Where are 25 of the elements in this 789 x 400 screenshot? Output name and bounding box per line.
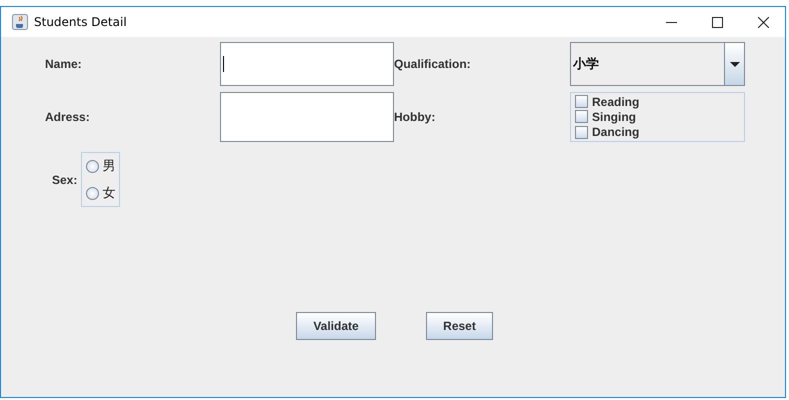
radio-button[interactable] bbox=[86, 186, 100, 200]
caret-icon bbox=[730, 62, 740, 66]
window-title: Students Detail bbox=[34, 15, 127, 29]
input-field[interactable] bbox=[220, 42, 394, 86]
form-button[interactable]: Validate bbox=[296, 312, 376, 340]
field-label: Name: bbox=[45, 57, 83, 71]
radio-label[interactable]: 男 bbox=[102, 157, 116, 175]
field-label: Qualification: bbox=[394, 57, 472, 71]
radio-button[interactable] bbox=[86, 160, 100, 172]
field-label: Sex: bbox=[52, 172, 78, 186]
coffee-cup-icon bbox=[12, 14, 28, 30]
checkbox-label[interactable]: Dancing bbox=[592, 125, 640, 140]
checkbox[interactable] bbox=[575, 95, 588, 108]
checkbox-label[interactable]: Reading bbox=[592, 94, 640, 109]
maximize-icon[interactable] bbox=[712, 16, 723, 28]
field-label: Hobby: bbox=[394, 110, 436, 124]
checkbox-label[interactable]: Singing bbox=[592, 110, 636, 124]
input-field[interactable] bbox=[220, 92, 394, 142]
radio-label[interactable]: 女 bbox=[102, 184, 116, 202]
field-label: Adress: bbox=[45, 110, 91, 124]
checkbox[interactable] bbox=[575, 126, 588, 139]
form-button[interactable]: Reset bbox=[426, 312, 493, 340]
dropdown[interactable]: 小学 bbox=[570, 42, 745, 86]
checkbox[interactable] bbox=[575, 110, 588, 124]
close-icon[interactable] bbox=[758, 16, 769, 28]
